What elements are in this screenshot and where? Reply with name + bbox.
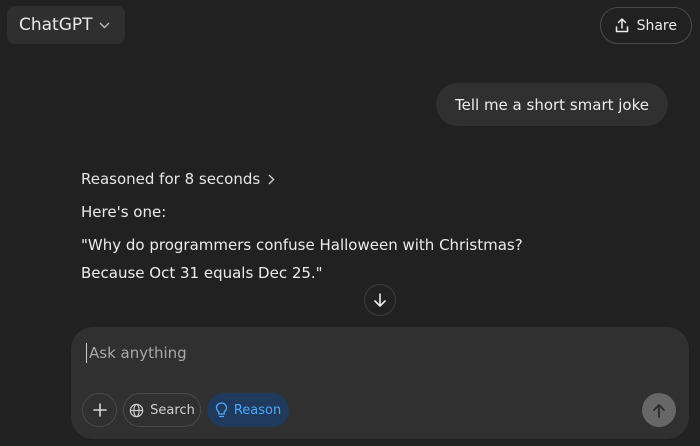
user-message-bubble: Tell me a short smart joke <box>436 83 668 126</box>
plus-icon <box>92 403 107 417</box>
message-composer: Search Reason <box>71 327 689 439</box>
scroll-to-bottom-button[interactable] <box>364 284 396 316</box>
arrow-up-icon <box>652 403 666 418</box>
search-button[interactable]: Search <box>123 393 201 427</box>
chat-page: ChatGPT Share Tell me a short smart joke… <box>0 0 700 446</box>
lightbulb-icon <box>215 402 228 418</box>
chevron-down-icon <box>99 19 111 31</box>
attach-button[interactable] <box>82 393 117 427</box>
user-message-text: Tell me a short smart joke <box>455 95 649 114</box>
model-name: ChatGPT <box>19 15 93 35</box>
answer-intro: Here's one: <box>81 203 167 221</box>
share-button[interactable]: Share <box>599 7 692 44</box>
reasoning-toggle[interactable]: Reasoned for 8 seconds <box>81 170 276 188</box>
reason-label: Reason <box>233 402 282 418</box>
arrow-down-icon <box>373 292 387 308</box>
send-button[interactable] <box>642 393 676 427</box>
share-label: Share <box>636 17 677 34</box>
text-cursor <box>86 343 87 363</box>
reasoning-label: Reasoned for 8 seconds <box>81 170 261 188</box>
answer-joke-punchline: Because Oct 31 equals Dec 25." <box>81 264 323 282</box>
model-switcher-button[interactable]: ChatGPT <box>7 6 125 44</box>
share-upload-icon <box>615 18 629 33</box>
chevron-right-icon <box>266 173 276 185</box>
search-label: Search <box>150 402 195 418</box>
globe-icon <box>129 403 144 418</box>
answer-joke-question: "Why do programmers confuse Halloween wi… <box>81 236 523 254</box>
reason-button[interactable]: Reason <box>207 393 289 427</box>
prompt-input[interactable] <box>87 341 647 365</box>
